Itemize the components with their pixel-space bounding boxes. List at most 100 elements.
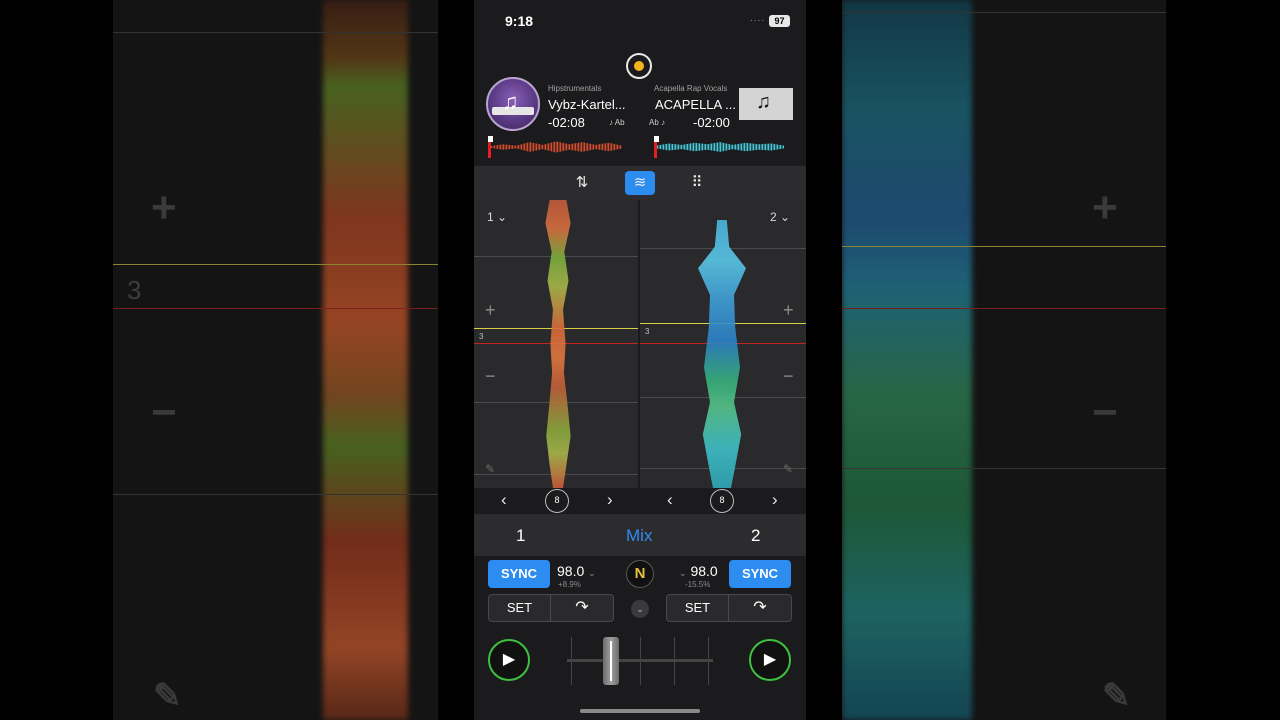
grid-icon: ⠿	[691, 174, 703, 191]
loop-beats: 8	[719, 495, 725, 505]
dropdown-icon: ⌄	[679, 568, 687, 578]
dropdown-icon: ⌄	[497, 210, 508, 224]
mix-tab[interactable]: Mix	[626, 526, 652, 546]
deck-a-bpm[interactable]: 98.0 ⌄	[557, 563, 596, 579]
blurred-waveform-left	[323, 0, 408, 720]
n-logo-button[interactable]: N	[626, 560, 654, 588]
deck-b-waveform	[698, 220, 746, 488]
deck-a-remaining: -02:08	[548, 115, 585, 130]
dropdown-icon: ⌄	[588, 568, 596, 578]
crossfader-handle[interactable]	[602, 637, 619, 685]
zoom-in-icon: +	[1092, 183, 1118, 232]
mixer-icon: ⇅	[575, 174, 589, 191]
deck-a-next-button[interactable]: ›	[607, 490, 613, 510]
music-note-icon: ♫	[502, 89, 519, 114]
playhead-line	[113, 308, 438, 309]
tab-waveform-view[interactable]: ≋	[625, 171, 655, 195]
deck-b-loop-button[interactable]: 8	[710, 489, 734, 513]
deck-b-play-button[interactable]: ▶	[749, 639, 791, 681]
pencil-icon[interactable]: ✎	[783, 462, 793, 476]
deck-a-artwork[interactable]: ♫	[486, 77, 540, 131]
deck-a-waveform-pane[interactable]: 1 ⌄ + 3 − ✎	[474, 200, 638, 488]
expand-chevron-button[interactable]: ⌄	[631, 600, 649, 618]
deck-a-loop-button[interactable]: 8	[545, 489, 569, 513]
phone-screen: 9:18 .... 97 ♫ Hipstrumentals Vybz-Karte…	[474, 0, 806, 720]
pencil-icon: ✎	[1102, 677, 1131, 715]
play-icon: ▶	[763, 651, 777, 668]
deck-b-jump-button[interactable]: ↷	[729, 595, 791, 621]
tab-mixer-view[interactable]: ⇅	[567, 171, 597, 195]
view-tabs: ⇅ ≋ ⠿	[474, 166, 806, 200]
cue-line	[113, 264, 438, 265]
record-dot-icon	[634, 61, 644, 71]
deck-a-position-marker[interactable]	[488, 136, 493, 158]
deck-b-overview-waveform[interactable]	[656, 142, 784, 152]
blurred-waveform-right	[842, 0, 972, 720]
deck-b-sync-button[interactable]: SYNC	[729, 560, 791, 588]
signal-icon: ....	[750, 13, 766, 24]
waveform-icon: ≋	[633, 174, 647, 191]
mix-bar: 1 Mix 2	[474, 514, 806, 556]
deck-b-waveform-pane[interactable]: 2 ⌄ + 3 − ✎	[640, 200, 806, 488]
deck-a-prev-button[interactable]: ‹	[501, 490, 507, 510]
deck-a-pitch: +8.9%	[558, 580, 581, 589]
deck-b-bpm[interactable]: ⌄ 98.0	[679, 563, 718, 579]
zoom-in-icon[interactable]: +	[485, 300, 496, 321]
deck-b-artist: Acapella Rap Vocals	[654, 84, 728, 93]
deck-a-waveform	[545, 200, 571, 488]
deck-b-remaining: -02:00	[693, 115, 730, 130]
deck-b-prev-button[interactable]: ‹	[667, 490, 673, 510]
beat-marker: 3	[127, 275, 142, 305]
pencil-icon[interactable]: ✎	[485, 462, 495, 476]
deck-2-tab[interactable]: 2	[751, 526, 760, 546]
deck-a-set-button[interactable]: SET	[489, 595, 551, 621]
deck-b-number[interactable]: 2 ⌄	[770, 210, 790, 224]
deck-b-cue-controls: SET ↷	[666, 594, 792, 622]
loop-beats: 8	[554, 495, 560, 505]
jump-arrow-icon: ↷	[753, 599, 767, 616]
deck-a-cue-controls: SET ↷	[488, 594, 614, 622]
deck-1-tab[interactable]: 1	[516, 526, 525, 546]
deck-b-title[interactable]: ACAPELLA ...	[655, 97, 736, 112]
jump-arrow-icon: ↷	[575, 599, 589, 616]
zoom-in-icon: +	[151, 183, 177, 232]
beat-marker: 3	[479, 332, 484, 341]
battery-icon: 97	[769, 15, 790, 27]
gridline	[842, 12, 1166, 13]
home-indicator[interactable]	[580, 709, 700, 713]
status-time: 9:18	[505, 13, 534, 29]
zoom-out-icon[interactable]: −	[783, 366, 794, 387]
cue-line	[842, 246, 1166, 247]
deck-a-sync-button[interactable]: SYNC	[488, 560, 550, 588]
deck-a-title[interactable]: Vybz-Kartel...	[548, 97, 626, 112]
deck-a-overview-waveform[interactable]	[490, 141, 622, 153]
playhead-line	[842, 308, 1166, 309]
crossfader-track[interactable]	[567, 659, 713, 662]
gridline	[842, 468, 1166, 469]
n-logo-icon: N	[634, 565, 646, 582]
tab-pads-view[interactable]: ⠿	[682, 171, 712, 195]
deck-b-loop-controls: ‹ 8 ›	[640, 488, 806, 514]
screen: + 3 − ✎ + − ✎ 9:18 .... 97 ♫ Hipstrument…	[0, 0, 1280, 720]
record-button[interactable]	[626, 53, 652, 79]
zoom-out-icon[interactable]: −	[485, 366, 496, 387]
status-bar: 9:18 .... 97	[474, 0, 806, 40]
zoom-out-icon: −	[1092, 388, 1118, 437]
zoom-out-icon: −	[151, 388, 177, 437]
deck-b-pitch: -15.5%	[685, 580, 711, 589]
deck-b-artwork[interactable]: ♫	[739, 88, 793, 120]
deck-a-play-button[interactable]: ▶	[488, 639, 530, 681]
deck-a-artist: Hipstrumentals	[548, 84, 602, 93]
deck-b-position-marker[interactable]	[654, 136, 659, 158]
deck-a-number[interactable]: 1 ⌄	[487, 210, 507, 224]
pencil-icon: ✎	[153, 677, 182, 715]
zoom-in-icon[interactable]: +	[783, 300, 794, 321]
deck-a-jump-button[interactable]: ↷	[551, 595, 613, 621]
deck-b-key: Ab ♪	[649, 118, 666, 127]
deck-b-set-button[interactable]: SET	[667, 595, 729, 621]
deck-a-loop-controls: ‹ 8 ›	[474, 488, 638, 514]
deck-b-next-button[interactable]: ›	[772, 490, 778, 510]
play-icon: ▶	[502, 651, 516, 668]
gridline	[113, 494, 438, 495]
background-panel-left: + 3 − ✎	[113, 0, 438, 720]
